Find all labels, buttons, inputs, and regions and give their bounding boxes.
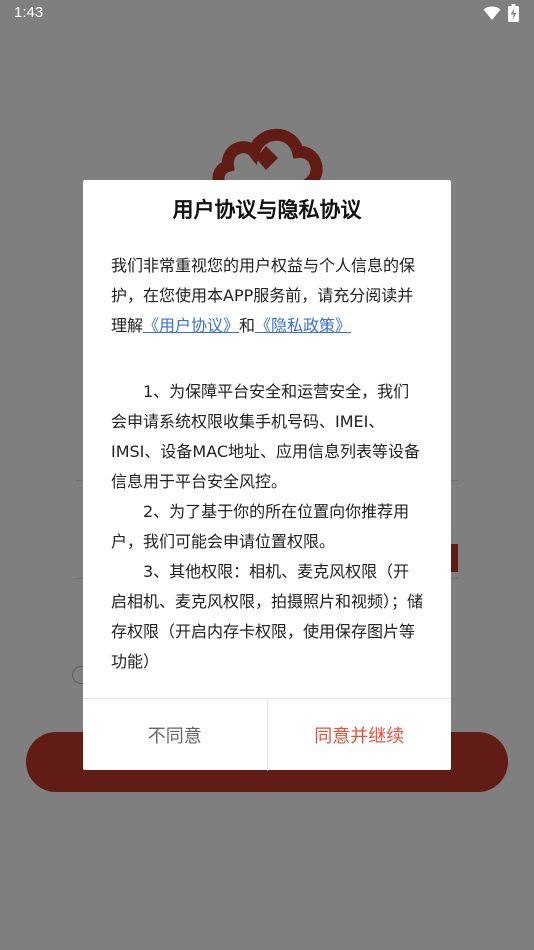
and-text: 和 — [239, 316, 256, 335]
user-agreement-dialog: 用户协议与隐私协议 我们非常重视您的用户权益与个人信息的保护，在您使用本APP服… — [83, 180, 451, 771]
dialog-footer: 不同意 同意并继续 — [83, 698, 451, 771]
permission-item-1: 1、为保障平台安全和运营安全，我们会申请系统权限收集手机号码、IMEI、IMSI… — [111, 382, 421, 491]
battery-charging-icon — [508, 4, 519, 22]
status-time: 1:43 — [14, 4, 44, 21]
intro-paragraph: 我们非常重视您的用户权益与个人信息的保护，在您使用本APP服务前，请充分阅读并理… — [111, 251, 425, 341]
user-agreement-link[interactable]: 《用户协议》 — [143, 316, 239, 335]
dialog-body: 我们非常重视您的用户权益与个人信息的保护，在您使用本APP服务前，请充分阅读并理… — [111, 251, 425, 677]
privacy-policy-link[interactable]: 《隐私政策》 — [255, 316, 351, 335]
permission-item-3: 3、其他权限：相机、麦克风权限（开启相机、麦克风权限，拍摄照片和视频）；储存权限… — [111, 562, 424, 671]
status-bar: 1:43 — [0, 0, 534, 28]
disagree-button[interactable]: 不同意 — [83, 699, 268, 771]
agree-continue-button[interactable]: 同意并继续 — [268, 699, 452, 771]
dialog-title: 用户协议与隐私协议 — [172, 198, 362, 222]
permission-item-2: 2、为了基于你的所在位置向你推荐用户，我们可能会申请位置权限。 — [111, 502, 410, 551]
wifi-icon — [483, 6, 501, 20]
